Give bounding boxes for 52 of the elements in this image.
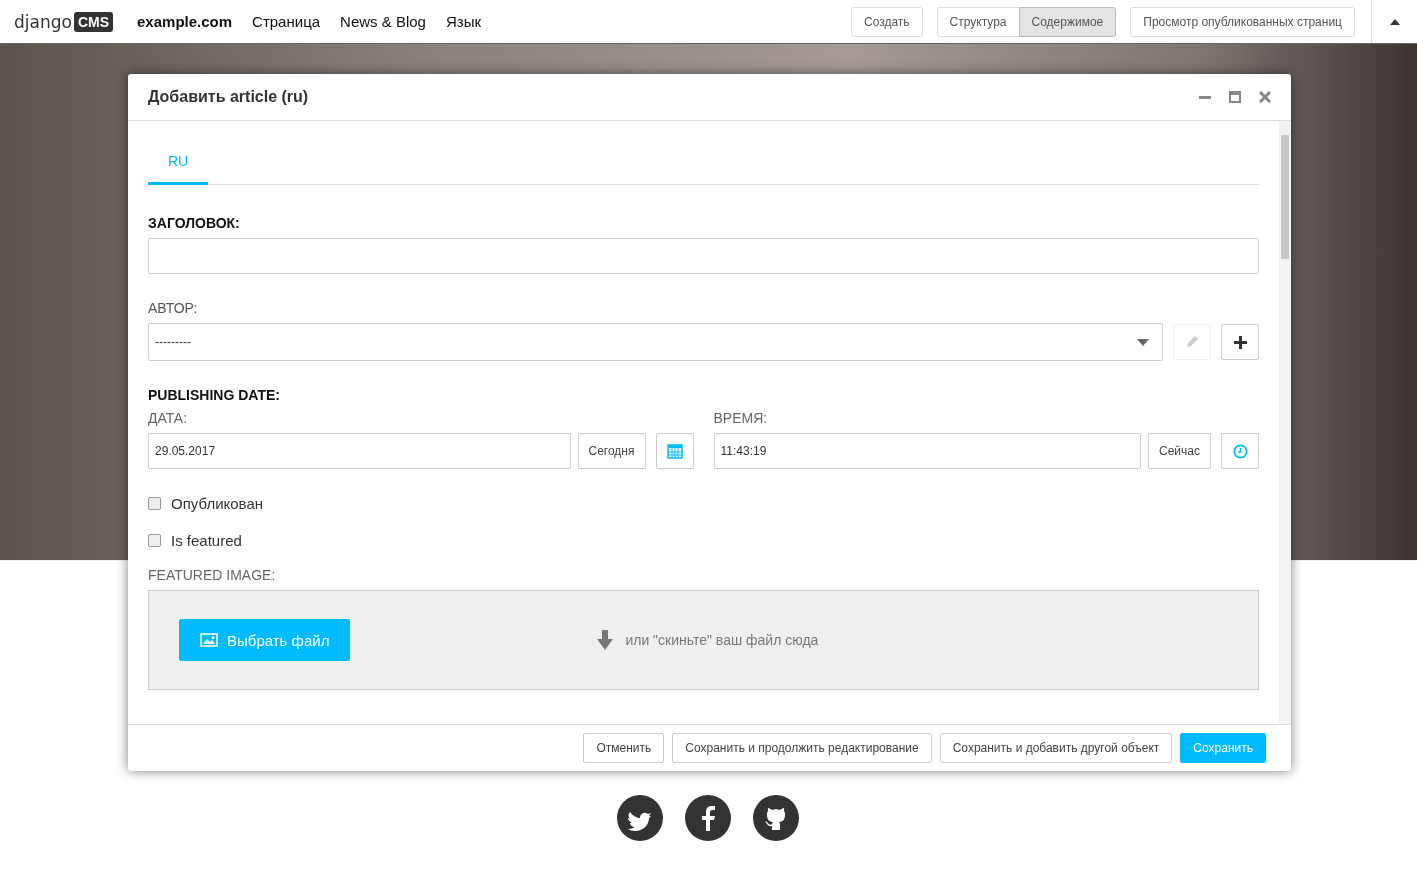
checkbox-option[interactable]: Is featured (148, 532, 242, 549)
clock-icon (1232, 443, 1248, 459)
file-drop-zone[interactable]: Выбрать файл или "скиньте" ваш файл сюда (148, 590, 1259, 690)
logo-text: django (14, 11, 72, 32)
site-link[interactable]: example.com (137, 13, 233, 30)
down-arrow-icon (595, 630, 616, 650)
field-label: ЗАГОЛОВОК: (148, 215, 241, 231)
checkbox[interactable] (148, 534, 161, 547)
field-label: ВРЕМЯ: (713, 410, 769, 426)
pencil-icon (1185, 335, 1199, 349)
github-icon[interactable] (753, 795, 799, 841)
mode-button[interactable]: Содержимое (1018, 6, 1117, 37)
caret-up-icon (1389, 18, 1400, 25)
plus-icon (1233, 335, 1247, 349)
date-input[interactable]: 29.05.2017 (148, 433, 571, 469)
field-label: ДАТА: (148, 410, 189, 426)
create-button[interactable]: Создать (850, 6, 923, 37)
footer-button[interactable]: Сохранить и продолжить редактирование (672, 733, 932, 763)
footer-button[interactable]: Отменить (583, 733, 665, 763)
mode-button[interactable]: Структура (936, 6, 1019, 37)
section-heading: PUBLISHING DATE: (148, 387, 281, 403)
time-input[interactable]: 11:43:19 (713, 433, 1142, 469)
menu-item[interactable]: News & Blog (340, 13, 426, 30)
author-select[interactable]: --------- (148, 323, 1163, 361)
menu-item[interactable]: Язык (445, 13, 481, 30)
checkbox[interactable] (148, 497, 161, 510)
logo-badge: CMS (73, 11, 114, 32)
clock-button[interactable] (1221, 433, 1259, 469)
twitter-icon[interactable] (617, 795, 663, 841)
now-button[interactable]: Сейчас (1148, 433, 1211, 469)
scrollbar[interactable] (1279, 121, 1291, 724)
today-button[interactable]: Сегодня (577, 433, 646, 469)
checkbox-label: Опубликован (171, 495, 263, 512)
maximize-icon[interactable] (1229, 91, 1241, 103)
close-icon[interactable] (1259, 91, 1271, 103)
view-published-button[interactable]: Просмотр опубликованных страниц (1130, 6, 1355, 37)
logo[interactable]: django CMS (14, 11, 114, 32)
caret-down-icon (1137, 338, 1149, 346)
calendar-icon (666, 443, 683, 459)
add-button[interactable] (1221, 324, 1259, 360)
facebook-icon[interactable] (685, 795, 731, 841)
checkbox-label: Is featured (171, 532, 242, 549)
field-label: FEATURED IMAGE: (148, 567, 277, 583)
menu-item[interactable]: Страница (252, 13, 321, 30)
footer-button[interactable]: Сохранить и добавить другой объект (939, 733, 1173, 763)
drop-hint: или "скиньте" ваш файл сюда (625, 632, 819, 648)
dialog-title: Добавить article (ru) (148, 88, 310, 106)
checkbox-option[interactable]: Опубликован (148, 495, 263, 512)
calendar-button[interactable] (655, 433, 694, 469)
image-icon (200, 633, 218, 647)
field-label: АВТОР: (148, 300, 199, 316)
title-input[interactable] (148, 238, 1259, 274)
